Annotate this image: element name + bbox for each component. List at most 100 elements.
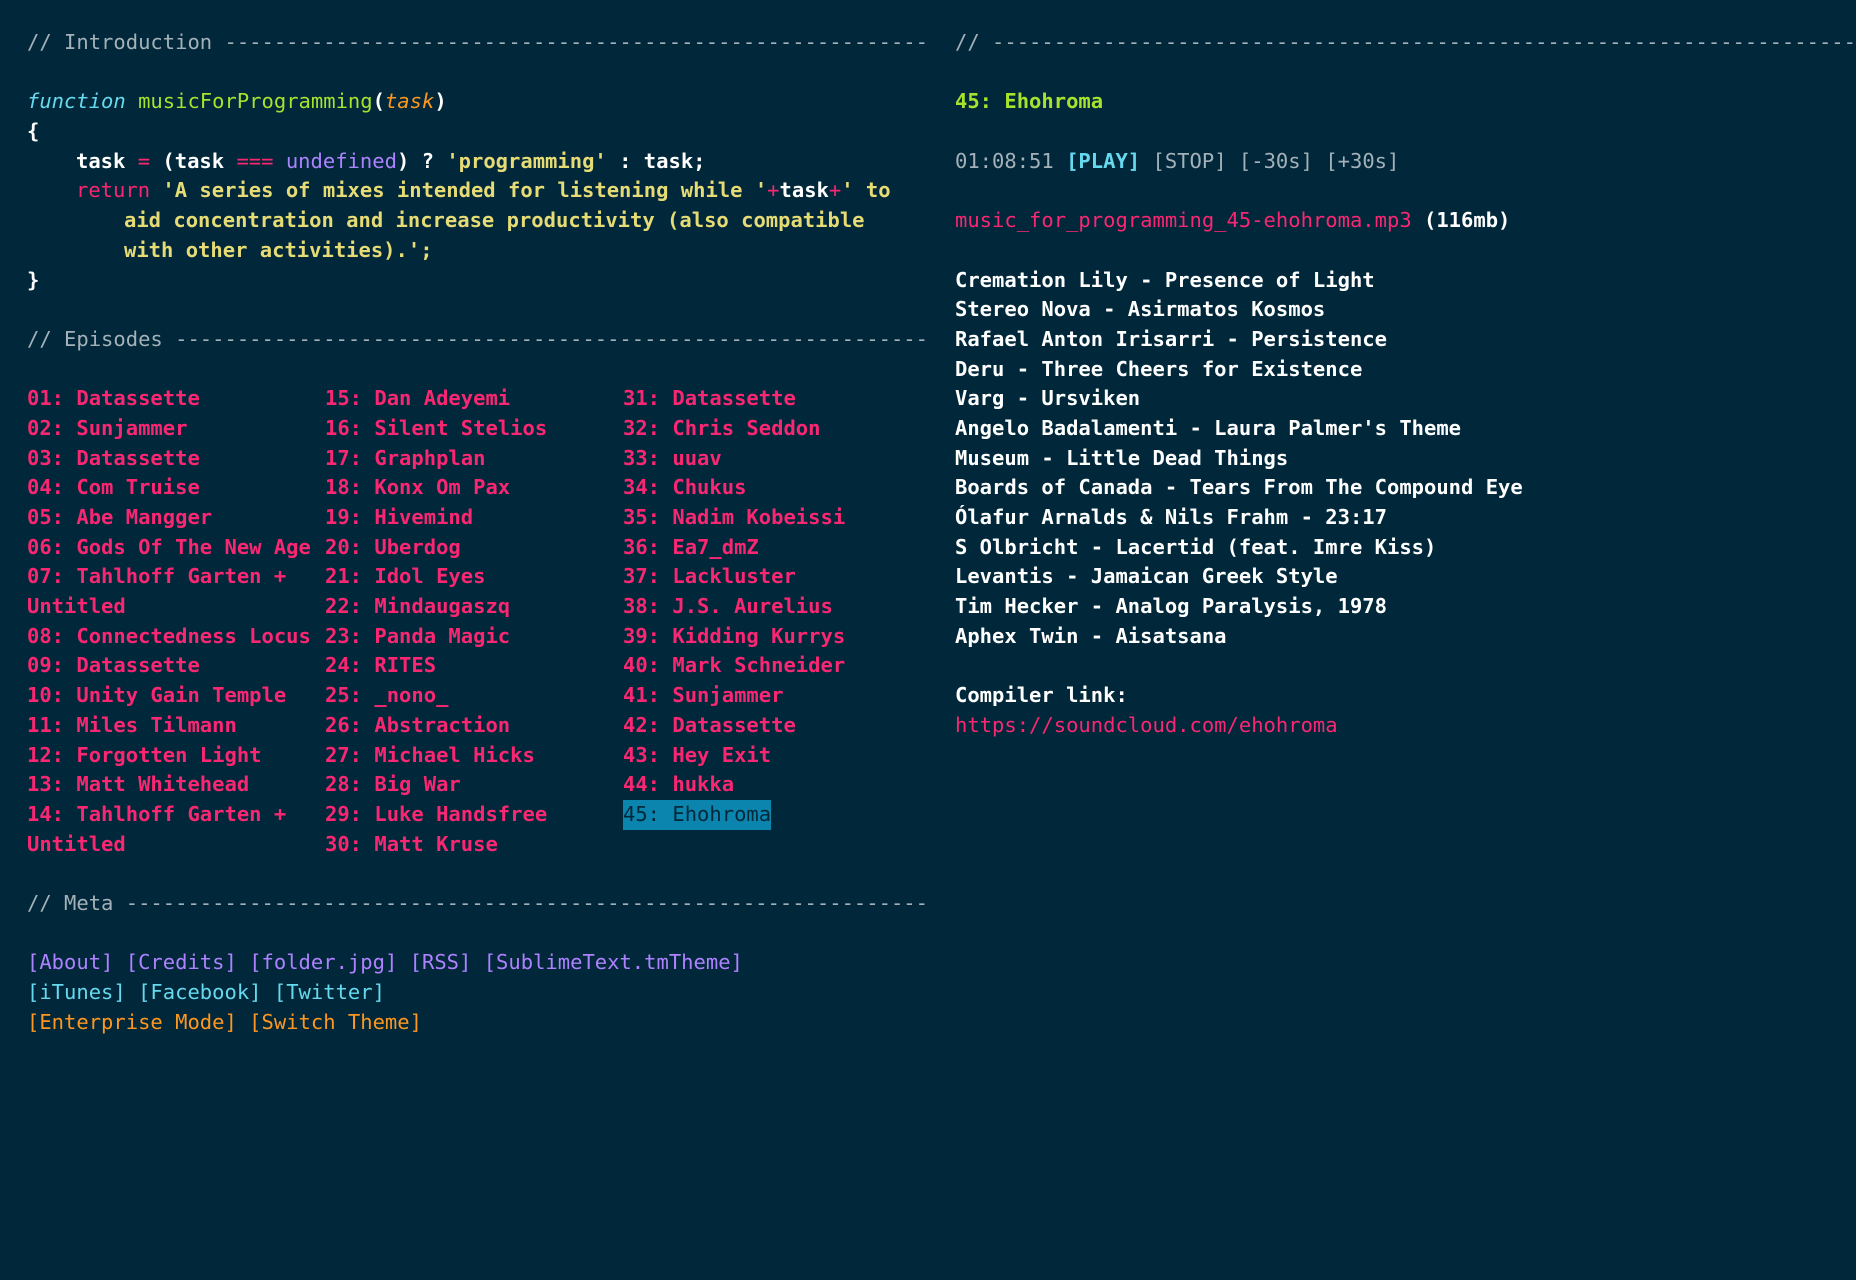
episode-link[interactable]: 40: Mark Schneider — [623, 653, 845, 677]
episode-link[interactable]: 01: Datassette — [27, 386, 200, 410]
track-item: Boards of Canada - Tears From The Compou… — [955, 475, 1523, 500]
code-token: (task — [150, 148, 237, 173]
episode-link[interactable]: 02: Sunjammer — [27, 416, 187, 440]
sublime-theme-link[interactable]: [SublimeText.tmTheme] — [484, 950, 743, 974]
track-item: Ólafur Arnalds & Nils Frahm - 23:17 — [955, 505, 1387, 529]
episode-link[interactable]: 27: Michael Hicks — [325, 743, 535, 767]
episode-link[interactable]: 22: Mindaugaszq — [325, 594, 510, 618]
episode-column-2: 15: Dan Adeyemi 16: Silent Stelios 17: G… — [325, 384, 623, 859]
code-function-keyword: function — [27, 89, 126, 114]
episode-link[interactable]: 18: Konx Om Pax — [325, 475, 510, 499]
code-function-signature: function musicForProgramming(task) — [27, 87, 927, 117]
track-item: Deru - Three Cheers for Existence — [955, 356, 1363, 381]
episode-link[interactable]: 26: Abstraction — [325, 713, 510, 737]
mp3-download-link[interactable]: music_for_programming_45-ehohroma.mp3 — [955, 208, 1412, 232]
episode-link[interactable]: 21: Idol Eyes — [325, 564, 485, 588]
code-close-paren: ) — [434, 89, 447, 114]
episode-link[interactable]: 29: Luke Handsfree — [325, 802, 547, 826]
episode-link[interactable]: 33: uuav — [623, 446, 722, 470]
track-item: Tim Hecker - Analog Paralysis, 1978 — [955, 594, 1387, 619]
episode-link[interactable]: 16: Silent Stelios — [325, 416, 547, 440]
episode-link[interactable]: 15: Dan Adeyemi — [325, 386, 510, 410]
episode-link[interactable]: 23: Panda Magic — [325, 624, 510, 648]
episode-link[interactable]: 04: Com Truise — [27, 475, 200, 499]
episode-link[interactable]: 30: Matt Kruse — [325, 832, 498, 856]
episode-link[interactable]: 12: Forgotten Light — [27, 743, 262, 767]
episode-link[interactable]: 25: _nono_ — [325, 683, 448, 707]
track-item: S Olbricht - Lacertid (feat. Imre Kiss) — [955, 534, 1437, 559]
intro-heading: // Introduction ------------------------… — [27, 30, 927, 54]
meta-links-row-1: [About] [Credits] [folder.jpg] [RSS] [Su… — [27, 948, 927, 978]
code-line-string-cont1: aid concentration and increase productiv… — [124, 208, 865, 233]
code-token: ) ? — [396, 148, 447, 173]
episode-link[interactable]: 36: Ea7_dmZ — [623, 535, 759, 559]
code-token: task — [779, 178, 829, 203]
code-line-assign: task = (task === undefined) ? 'programmi… — [27, 147, 927, 177]
episode-link[interactable]: 24: RITES — [325, 653, 436, 677]
itunes-link[interactable]: [iTunes] — [27, 980, 126, 1004]
episode-link-active[interactable]: 45: Ehohroma — [623, 799, 772, 830]
meta-links-row-3: [Enterprise Mode] [Switch Theme] — [27, 1008, 927, 1038]
episode-link[interactable]: 11: Miles Tilmann — [27, 713, 237, 737]
episode-link[interactable]: 38: J.S. Aurelius — [623, 594, 833, 618]
episode-link[interactable]: 34: Chukus — [623, 475, 746, 499]
code-string: 'programming' — [446, 148, 607, 173]
play-button[interactable]: [PLAY] — [1066, 149, 1140, 173]
episode-link[interactable]: 31: Datassette — [623, 386, 796, 410]
enterprise-mode-link[interactable]: [Enterprise Mode] — [27, 1010, 237, 1034]
code-line-return: return 'A series of mixes intended for l… — [27, 176, 927, 206]
forward-30s-button[interactable]: [+30s] — [1325, 149, 1399, 173]
episode-link[interactable]: 28: Big War — [325, 772, 461, 796]
episode-link[interactable]: 05: Abe Mangger — [27, 505, 212, 529]
code-operator: === — [236, 148, 274, 173]
episode-link[interactable]: 44: hukka — [623, 772, 734, 796]
episode-column-3: 31: Datassette 32: Chris Seddon 33: uuav… — [623, 384, 923, 859]
track-item: Cremation Lily - Presence of Light — [955, 267, 1375, 292]
episode-link[interactable]: 07: Tahlhoff Garten + Untitled — [27, 564, 286, 618]
episode-link[interactable]: 17: Graphplan — [325, 446, 485, 470]
episode-column-1: 01: Datassette 02: Sunjammer 03: Datasse… — [27, 384, 325, 859]
episode-link[interactable]: 06: Gods Of The New Age — [27, 535, 311, 559]
about-link[interactable]: [About] — [27, 950, 113, 974]
episode-link[interactable]: 19: Hivemind — [325, 505, 473, 529]
episode-link[interactable]: 09: Datassette — [27, 653, 200, 677]
twitter-link[interactable]: [Twitter] — [274, 980, 385, 1004]
compiler-link[interactable]: https://soundcloud.com/ehohroma — [955, 713, 1338, 737]
episode-link[interactable]: 20: Uberdog — [325, 535, 461, 559]
track-item: Stereo Nova - Asirmatos Kosmos — [955, 297, 1326, 322]
rewind-30s-button[interactable]: [-30s] — [1239, 149, 1313, 173]
episode-link[interactable]: 42: Datassette — [623, 713, 796, 737]
track-item: Varg - Ursviken — [955, 386, 1141, 411]
credits-link[interactable]: [Credits] — [126, 950, 237, 974]
facebook-link[interactable]: [Facebook] — [138, 980, 261, 1004]
switch-theme-link[interactable]: [Switch Theme] — [249, 1010, 422, 1034]
episode-link[interactable]: 03: Datassette — [27, 446, 200, 470]
episode-link[interactable]: 10: Unity Gain Temple — [27, 683, 286, 707]
code-open-brace: { — [27, 119, 40, 144]
episode-link[interactable]: 32: Chris Seddon — [623, 416, 820, 440]
player-heading: // -------------------------------------… — [955, 30, 1855, 54]
episode-link[interactable]: 13: Matt Whitehead — [27, 772, 249, 796]
download-line: music_for_programming_45-ehohroma.mp3 (1… — [955, 206, 1855, 236]
code-token: task — [76, 148, 138, 173]
meta-links-row-2: [iTunes] [Facebook] [Twitter] — [27, 978, 927, 1008]
episode-link[interactable]: 39: Kidding Kurrys — [623, 624, 845, 648]
episode-link[interactable]: 37: Lackluster — [623, 564, 796, 588]
rss-link[interactable]: [RSS] — [410, 950, 472, 974]
folder-jpg-link[interactable]: [folder.jpg] — [249, 950, 397, 974]
code-operator: + — [767, 178, 780, 203]
episode-link[interactable]: 35: Nadim Kobeissi — [623, 505, 845, 529]
code-string: ' to — [841, 178, 891, 203]
episode-link[interactable]: 41: Sunjammer — [623, 683, 783, 707]
stop-button[interactable]: [STOP] — [1153, 149, 1227, 173]
left-column: // Introduction ------------------------… — [27, 28, 927, 1037]
episode-link[interactable]: 08: Connectedness Locus — [27, 624, 311, 648]
track-item: Aphex Twin - Aisatsana — [955, 623, 1227, 648]
compiler-label: Compiler link: — [955, 683, 1128, 708]
track-item: Levantis - Jamaican Greek Style — [955, 564, 1338, 589]
episode-link[interactable]: 43: Hey Exit — [623, 743, 771, 767]
now-playing-title: 45: Ehohroma — [955, 89, 1104, 114]
meta-heading: // Meta --------------------------------… — [27, 890, 927, 915]
episode-link[interactable]: 14: Tahlhoff Garten + Untitled — [27, 802, 286, 856]
